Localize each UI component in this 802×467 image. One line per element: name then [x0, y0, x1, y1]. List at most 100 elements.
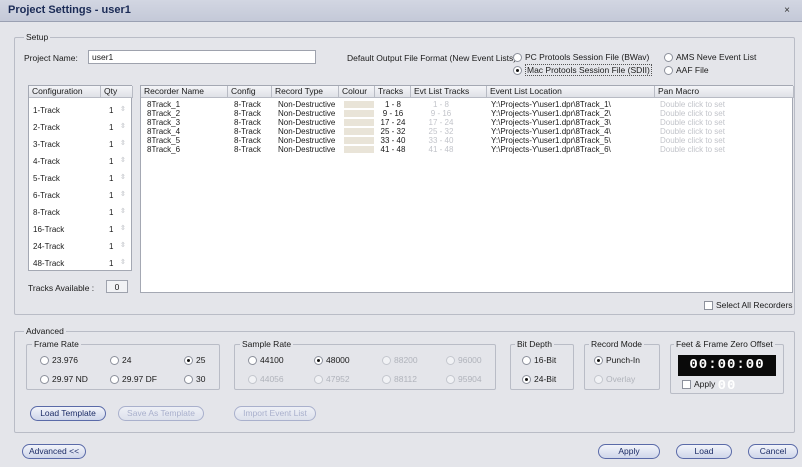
option-label: 16-Bit [534, 355, 557, 365]
zero-offset-apply-checkbox[interactable]: Apply [682, 379, 715, 389]
zero-offset-label: Feet & Frame Zero Offset [674, 339, 775, 349]
cancel-button[interactable]: Cancel [748, 444, 798, 459]
column-header-tracks[interactable]: Tracks [375, 86, 411, 98]
config-name-cell: 8-Track [33, 208, 60, 217]
frame-rate-radio-23976[interactable]: 23.976 [40, 355, 78, 365]
column-header-config[interactable]: Config [228, 86, 272, 98]
colour-swatch[interactable] [344, 137, 374, 144]
option-label: 48000 [326, 355, 350, 365]
colour-swatch[interactable] [344, 128, 374, 135]
format-radio-mac-protools[interactable]: Mac Protools Session File (SDII) [513, 64, 652, 76]
column-header-event-list-location[interactable]: Event List Location [487, 86, 655, 98]
frame-rate-radio-30[interactable]: 30 [184, 374, 205, 384]
frame-rate-radio-2997nd[interactable]: 29.97 ND [40, 374, 88, 384]
table-row[interactable]: 4-Track 1 ⇳ [29, 154, 133, 169]
table-row[interactable]: 8Track_2 8-Track Non-Destructive 9 - 16 9 - … [141, 109, 794, 118]
spinner-icon[interactable]: ⇳ [120, 190, 126, 198]
bit-depth-radio-24[interactable]: 24-Bit [522, 374, 556, 384]
table-row[interactable]: 48-Track 1 ⇳ [29, 256, 133, 271]
spinner-icon[interactable]: ⇳ [120, 241, 126, 249]
table-row[interactable]: 6-Track 1 ⇳ [29, 188, 133, 203]
table-row[interactable]: 8Track_1 8-Track Non-Destructive 1 - 8 1 - 8… [141, 100, 794, 109]
table-row[interactable]: 8Track_6 8-Track Non-Destructive 41 - 48 41 … [141, 145, 794, 154]
config-name-cell: 2-Track [33, 123, 60, 132]
column-header-pan-macro[interactable]: Pan Macro [655, 86, 794, 98]
tracks-cell: 25 - 32 [380, 127, 406, 136]
table-row[interactable]: 8Track_5 8-Track Non-Destructive 33 - 40 33 … [141, 136, 794, 145]
qty-cell: 1 [109, 259, 114, 268]
format-radio-ams-neve[interactable]: AMS Neve Event List [664, 52, 756, 62]
frame-rate-radio-2997df[interactable]: 29.97 DF [110, 374, 157, 384]
table-row[interactable]: 8-Track 1 ⇳ [29, 205, 133, 220]
import-event-list-button: Import Event List [234, 406, 316, 421]
load-template-button[interactable]: Load Template [30, 406, 106, 421]
tracks-cell: 33 - 40 [380, 136, 406, 145]
bit-depth-radio-16[interactable]: 16-Bit [522, 355, 556, 365]
format-radio-aaf[interactable]: AAF File [664, 65, 709, 75]
apply-checkbox-label: Apply [694, 379, 716, 389]
record-mode-radio-punch-in[interactable]: Punch-In [594, 355, 640, 365]
radio-icon [446, 375, 455, 384]
column-header-recorder-name[interactable]: Recorder Name [141, 86, 228, 98]
table-row[interactable]: 3-Track 1 ⇳ [29, 137, 133, 152]
table-row[interactable]: 16-Track 1 ⇳ [29, 222, 133, 237]
load-button[interactable]: Load [676, 444, 732, 459]
colour-swatch[interactable] [344, 119, 374, 126]
colour-swatch[interactable] [344, 101, 374, 108]
table-row[interactable]: 8Track_4 8-Track Non-Destructive 25 - 32 25 … [141, 127, 794, 136]
spinner-icon[interactable]: ⇳ [120, 258, 126, 266]
qty-cell: 1 [109, 208, 114, 217]
spinner-icon[interactable]: ⇳ [120, 105, 126, 113]
format-radio-pc-protools[interactable]: PC Protools Session File (BWav) [513, 52, 649, 62]
spinner-icon[interactable]: ⇳ [120, 139, 126, 147]
recorder-name-cell: 8Track_6 [147, 145, 181, 154]
colour-swatch[interactable] [344, 146, 374, 153]
sample-rate-radio-48000[interactable]: 48000 [314, 355, 350, 365]
timecode-display[interactable]: 00:00:00 00 [678, 355, 776, 394]
column-header-qty[interactable]: Qty [101, 86, 133, 98]
frame-rate-radio-24[interactable]: 24 [110, 355, 131, 365]
config-name-cell: 4-Track [33, 157, 60, 166]
column-header-colour[interactable]: Colour [339, 86, 375, 98]
option-label: 44056 [260, 374, 284, 384]
evt-list-tracks-cell: 41 - 48 [428, 145, 454, 154]
column-header-configuration[interactable]: Configuration [29, 86, 101, 98]
spinner-icon[interactable]: ⇳ [120, 156, 126, 164]
sample-rate-radio-44100[interactable]: 44100 [248, 355, 284, 365]
evt-list-tracks-cell: 25 - 32 [428, 127, 454, 136]
apply-button[interactable]: Apply [598, 444, 660, 459]
record-type-cell: Non-Destructive [278, 145, 336, 154]
spinner-icon[interactable]: ⇳ [120, 122, 126, 130]
radio-icon [664, 66, 673, 75]
pan-macro-cell: Double click to set [660, 100, 725, 109]
select-all-recorders-checkbox[interactable]: Select All Recorders [704, 300, 793, 310]
spinner-icon[interactable]: ⇳ [120, 173, 126, 181]
column-header-record-type[interactable]: Record Type [272, 86, 339, 98]
table-row[interactable]: 1-Track 1 ⇳ [29, 103, 133, 118]
table-row[interactable]: 2-Track 1 ⇳ [29, 120, 133, 135]
frame-rate-radio-25[interactable]: 25 [184, 355, 205, 365]
project-name-input[interactable]: user1 [88, 50, 316, 64]
table-row[interactable]: 5-Track 1 ⇳ [29, 171, 133, 186]
radio-icon [314, 375, 323, 384]
spinner-icon[interactable]: ⇳ [120, 224, 126, 232]
column-header-evt-list-tracks[interactable]: Evt List Tracks [411, 86, 487, 98]
radio-icon [248, 375, 257, 384]
format-label: AAF File [676, 65, 709, 75]
radio-icon [248, 356, 257, 365]
qty-cell: 1 [109, 157, 114, 166]
qty-cell: 1 [109, 174, 114, 183]
radio-icon [594, 375, 603, 384]
colour-swatch[interactable] [344, 110, 374, 117]
record-type-cell: Non-Destructive [278, 118, 336, 127]
close-icon[interactable]: × [780, 4, 794, 17]
format-label: PC Protools Session File (BWav) [525, 52, 650, 62]
config-name-cell: 3-Track [33, 140, 60, 149]
event-list-location-cell: Y:\Projects-Y\user1.dpr\8Track_3\ [491, 118, 611, 127]
spinner-icon[interactable]: ⇳ [120, 207, 126, 215]
recorder-name-cell: 8Track_5 [147, 136, 181, 145]
config-cell: 8-Track [234, 136, 261, 145]
table-row[interactable]: 24-Track 1 ⇳ [29, 239, 133, 254]
table-row[interactable]: 8Track_3 8-Track Non-Destructive 17 - 24 17 … [141, 118, 794, 127]
advanced-toggle-button[interactable]: Advanced << [22, 444, 86, 459]
